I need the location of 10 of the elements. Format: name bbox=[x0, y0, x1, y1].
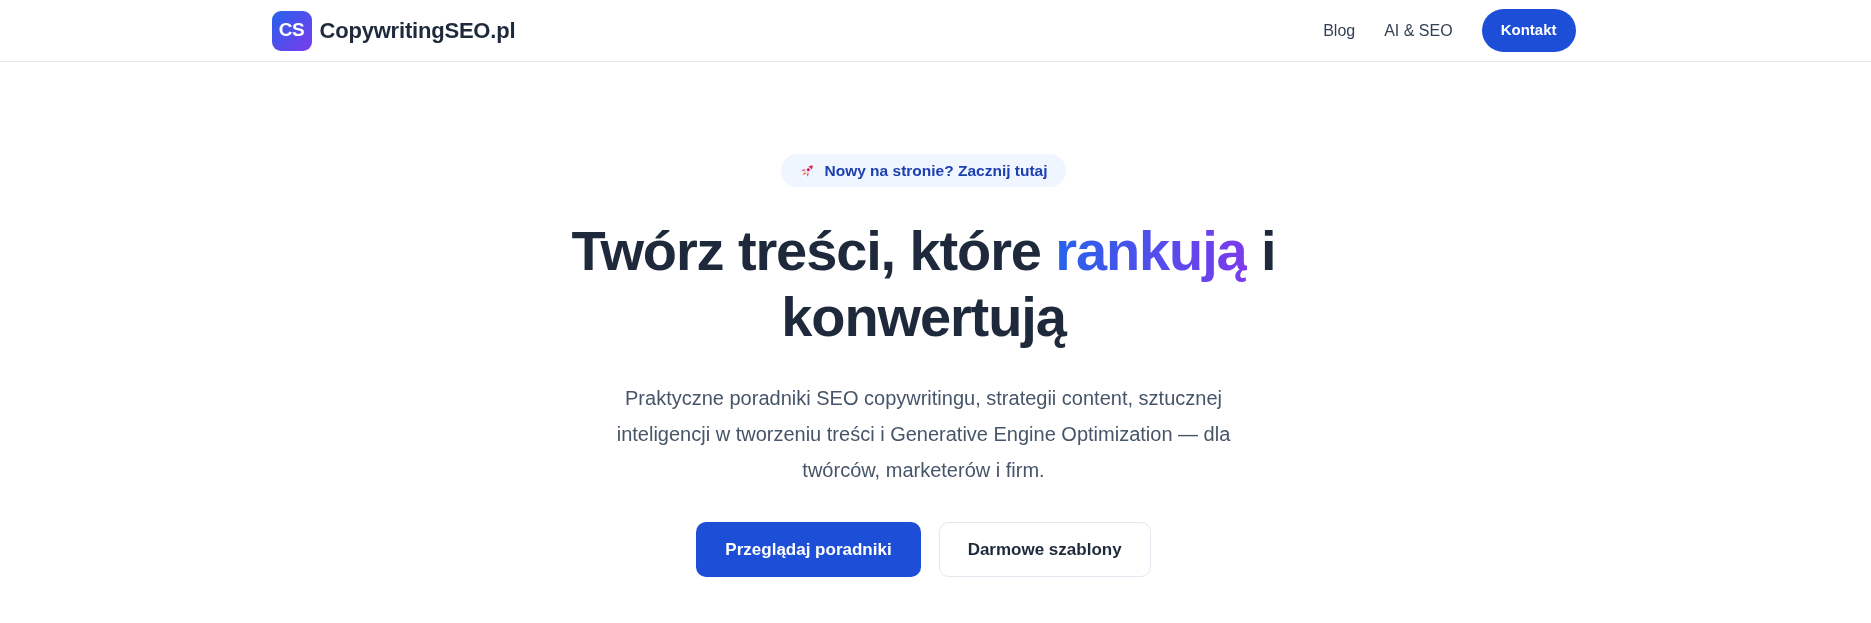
hero-description: Praktyczne poradniki SEO copywritingu, strategii content, sztucznej inteligencji w tworzeniu treści i Generative Engine Optimization — dla twórców, marketerów i firm. bbox=[615, 386, 1232, 483]
site-name[interactable]: CopywritingSEO.pl bbox=[319, 14, 516, 47]
secondary-cta-button[interactable]: Darmowe szablony bbox=[938, 522, 1151, 577]
nav-link[interactable]: Blog bbox=[1323, 18, 1356, 43]
logo-mark[interactable]: CS bbox=[271, 10, 312, 51]
contact-button[interactable]: Kontakt bbox=[1481, 9, 1576, 52]
hero-heading: Twórz treści, które rankują i konwertują bbox=[570, 218, 1277, 350]
primary-cta-button[interactable]: Przeglądaj poradniki bbox=[696, 522, 921, 577]
announcement-badge[interactable]: Nowy na stronie? Zacznij tutaj bbox=[781, 154, 1066, 187]
nav-link[interactable]: AI & SEO bbox=[1384, 18, 1453, 43]
